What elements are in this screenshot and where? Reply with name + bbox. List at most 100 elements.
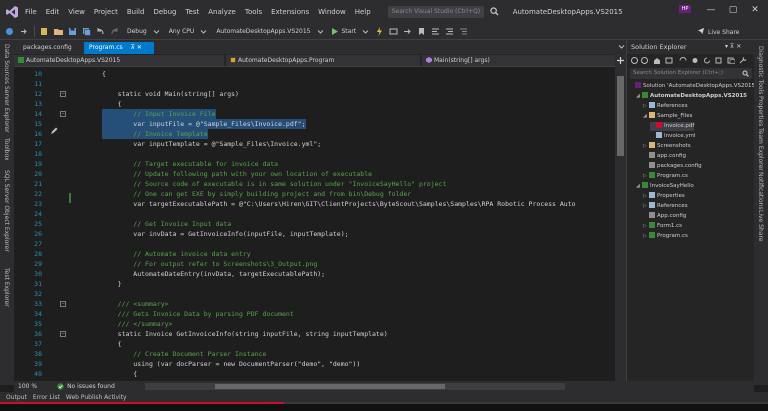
code-line[interactable]: 29 // For output refer to Screenshots\3_… xyxy=(14,259,626,269)
scrollbar-thumb[interactable] xyxy=(617,76,624,156)
menu-window[interactable]: Window xyxy=(318,8,346,16)
tab-web-publish-activity[interactable]: Web Publish Activity xyxy=(66,394,127,401)
editor-vertical-scrollbar[interactable] xyxy=(615,54,626,381)
close-button[interactable]: ✕ xyxy=(749,4,761,16)
start-play-icon[interactable] xyxy=(330,27,339,36)
quick-launch-input[interactable]: Search Visual Studio (Ctrl+Q) xyxy=(387,5,484,18)
tree-item[interactable]: ▷ Properties xyxy=(643,192,685,201)
menu-file[interactable]: File xyxy=(25,8,37,16)
code-line[interactable]: 39 using (var docParser = new DocumentPa… xyxy=(14,359,626,369)
code-line[interactable]: 22 // One can get EXE by simply building… xyxy=(14,189,626,199)
panel-window-buttons[interactable]: ▾ ⊼ ✕ xyxy=(725,43,741,50)
issues-indicator[interactable]: No issues found xyxy=(67,383,115,390)
code-line[interactable]: 16 // Invoice Template xyxy=(14,129,626,139)
menu-extensions[interactable]: Extensions xyxy=(271,8,309,16)
code-line[interactable]: 37 { xyxy=(14,339,626,349)
collapse-toggle[interactable]: − xyxy=(60,301,66,307)
forward-icon[interactable] xyxy=(641,57,649,64)
open-folder-icon[interactable] xyxy=(54,27,63,36)
menu-debug[interactable]: Debug xyxy=(153,8,176,16)
code-line[interactable]: 15 var inputFile = @"Sample_Files\Invoic… xyxy=(14,119,626,129)
split-editor-icon[interactable] xyxy=(617,57,624,64)
editor-horizontal-scrollbar[interactable] xyxy=(144,383,565,390)
menu-tools[interactable]: Tools xyxy=(245,8,262,16)
tree-item[interactable]: ▷ References xyxy=(643,202,688,211)
code-line[interactable]: 32 xyxy=(14,289,626,299)
chevron-down-icon[interactable] xyxy=(199,27,208,36)
tree-item[interactable]: ▷ Program.cs xyxy=(643,232,688,241)
tab-test-explorer[interactable]: Test Explorer xyxy=(3,268,10,307)
code-line[interactable]: 35 /// </summary> xyxy=(14,319,626,329)
forward-icon[interactable] xyxy=(19,27,28,36)
member-dropdown[interactable]: Main(string[] args) xyxy=(422,55,622,66)
uncomment-icon[interactable] xyxy=(445,27,454,36)
search-icon[interactable] xyxy=(742,70,749,77)
indent-icon[interactable] xyxy=(459,27,468,36)
code-line[interactable]: 28 // Automate invoice data entry xyxy=(14,249,626,259)
comment-icon[interactable] xyxy=(431,27,440,36)
save-icon[interactable] xyxy=(68,27,77,36)
live-share-button[interactable]: Live Share xyxy=(697,27,739,36)
maximize-button[interactable]: ▢ xyxy=(727,4,739,16)
tree-item[interactable]: ◢ InvoiceSayHello xyxy=(636,182,694,191)
code-line[interactable]: 11 xyxy=(14,79,626,89)
tree-item[interactable]: Invoice.yml xyxy=(650,132,696,141)
back-icon[interactable] xyxy=(5,27,14,36)
collapse-toggle[interactable]: − xyxy=(60,111,66,117)
undo-icon[interactable] xyxy=(96,27,105,36)
show-all-files-icon[interactable] xyxy=(727,57,735,64)
collapse-all-icon[interactable] xyxy=(715,57,723,64)
tree-item[interactable]: ▷ References xyxy=(643,102,688,111)
menu-help[interactable]: Help xyxy=(355,8,371,16)
code-line[interactable]: 40 { xyxy=(14,369,626,379)
solution-explorer-search-input[interactable]: Search Solution Explorer (Ctrl+;) xyxy=(630,68,752,79)
code-line[interactable]: 14 // Input Invoice File − xyxy=(14,109,626,119)
code-line[interactable]: 13 { xyxy=(14,99,626,109)
step-icon[interactable] xyxy=(403,27,412,36)
code-line[interactable]: 27 xyxy=(14,239,626,249)
tree-item[interactable]: ▷ Program.cs xyxy=(643,172,688,181)
menu-edit[interactable]: Edit xyxy=(46,8,60,16)
start-button[interactable]: Start xyxy=(342,28,357,35)
menu-view[interactable]: View xyxy=(68,8,85,16)
platform-dropdown[interactable]: Any CPU xyxy=(169,28,195,35)
code-line[interactable]: 18 xyxy=(14,149,626,159)
menu-project[interactable]: Project xyxy=(94,8,118,16)
scrollbar-thumb[interactable] xyxy=(214,384,445,389)
collapse-toggle[interactable]: − xyxy=(60,91,66,97)
pending-changes-icon[interactable] xyxy=(691,57,699,64)
code-line[interactable]: 12 static void Main(string[] args) − xyxy=(14,89,626,99)
tree-item[interactable]: app.config xyxy=(643,152,686,161)
tab-server-explorer[interactable]: Server Explorer xyxy=(3,86,10,133)
collapse-toggle[interactable]: − xyxy=(60,331,66,337)
code-line[interactable]: 23 var targetExecutablePath = @"C:\Users… xyxy=(14,199,626,209)
tree-item[interactable]: ◢ AutomateDesktopApps.VS2015 xyxy=(636,92,747,101)
minimize-button[interactable]: — xyxy=(705,4,717,16)
chevron-down-icon[interactable] xyxy=(361,27,370,36)
menu-analyze[interactable]: Analyze xyxy=(208,8,236,16)
zoom-level-dropdown[interactable]: 100 % xyxy=(18,383,37,390)
code-line[interactable]: 33 /// <summary> − xyxy=(14,299,626,309)
tab-toolbox[interactable]: Toolbox xyxy=(3,138,10,161)
bookmark-icon[interactable] xyxy=(417,27,426,36)
code-line[interactable]: 36 static Invoice GetInvoiceInfo(string … xyxy=(14,329,626,339)
code-editor[interactable]: 10 {11 12 static void Main(string[] args) −… xyxy=(14,67,626,381)
tab-output[interactable]: Output xyxy=(6,394,27,401)
code-line[interactable]: 25 // Get Invoice Input data xyxy=(14,219,626,229)
code-line[interactable]: 19 // Target executable for invoice data xyxy=(14,159,626,169)
tree-item[interactable]: App.config xyxy=(643,212,686,221)
save-all-icon[interactable] xyxy=(82,27,91,36)
code-line[interactable]: 17 var inputTemplate = @"Sample_Files\In… xyxy=(14,139,626,149)
startup-project-dropdown[interactable]: AutomateDesktopApps.VS2015 xyxy=(216,28,310,35)
search-icon[interactable] xyxy=(490,7,499,16)
new-project-icon[interactable] xyxy=(40,27,49,36)
code-line[interactable]: 30 AutomateDateEntry(invData, targetExec… xyxy=(14,269,626,279)
chevron-down-icon[interactable] xyxy=(152,27,161,36)
tree-item[interactable]: ▷ Screenshots xyxy=(643,142,691,151)
switch-views-icon[interactable] xyxy=(665,57,673,64)
back-icon[interactable] xyxy=(631,57,639,64)
tab-data-sources[interactable]: Data Sources xyxy=(3,44,10,84)
code-line[interactable]: 34 /// Gets Invoice Data by parsing PDF … xyxy=(14,309,626,319)
code-line[interactable]: 31 } xyxy=(14,279,626,289)
tab-properties[interactable]: Properties xyxy=(757,96,764,126)
